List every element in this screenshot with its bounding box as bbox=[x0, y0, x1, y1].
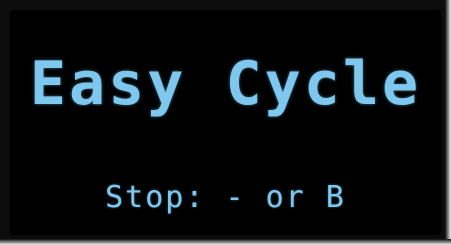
screen-title: Easy Cycle bbox=[29, 49, 422, 119]
oled-screen: Easy Cycle Stop: - or B bbox=[10, 10, 441, 235]
bezel-edge-bottom bbox=[0, 239, 451, 245]
oled-display-bezel: Easy Cycle Stop: - or B bbox=[0, 0, 451, 245]
screen-instruction: Stop: - or B bbox=[105, 180, 346, 215]
bezel-edge-right bbox=[445, 0, 451, 245]
